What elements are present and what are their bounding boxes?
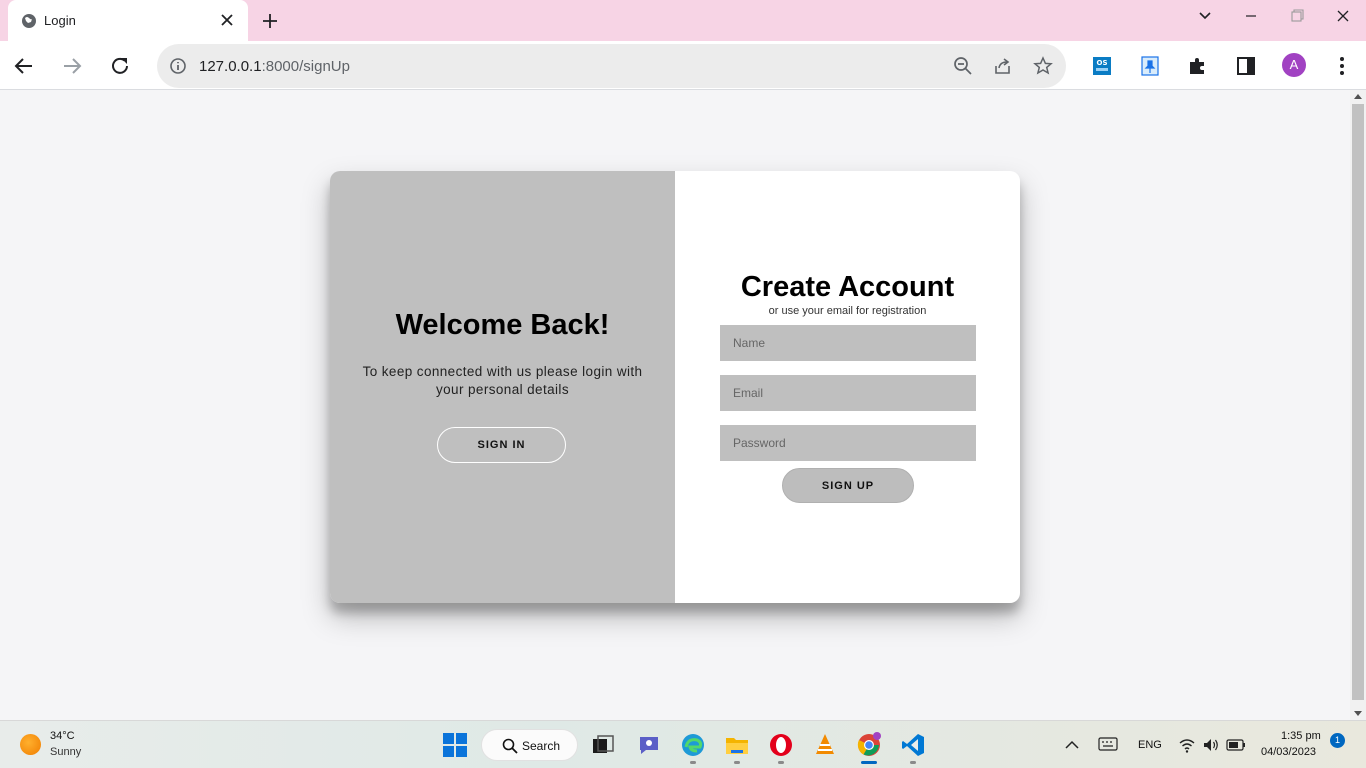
opera-running-indicator (778, 761, 784, 764)
browser-toolbar: 127.0.0.1:8000/signUp OS A (0, 41, 1366, 90)
form-subtitle: or use your email for registration (768, 305, 927, 317)
edge-browser-icon[interactable] (680, 732, 706, 758)
opera-browser-icon[interactable] (768, 732, 794, 758)
tab-title: Login (44, 13, 76, 28)
vlc-player-icon[interactable] (812, 732, 838, 758)
create-account-title: Create Account (740, 271, 955, 303)
page-scrollbar[interactable] (1350, 90, 1366, 720)
taskbar-search[interactable]: Search (481, 729, 578, 761)
file-explorer-icon[interactable] (724, 732, 750, 758)
browser-tab[interactable]: Login (8, 0, 248, 41)
os-extension-icon[interactable]: OS (1091, 55, 1113, 77)
task-view-icon[interactable] (590, 732, 616, 758)
bookmark-star-icon[interactable] (1033, 56, 1053, 76)
clock-time[interactable]: 1:35 pm (1281, 730, 1321, 742)
vscode-running-indicator (910, 761, 916, 764)
side-panel-icon[interactable] (1235, 55, 1257, 77)
edge-running-indicator (690, 761, 696, 764)
password-input[interactable] (720, 425, 976, 461)
url-text[interactable]: 127.0.0.1:8000/signUp (199, 58, 350, 75)
sign-up-button[interactable]: SIGN UP (782, 468, 914, 503)
notification-badge[interactable]: 1 (1330, 733, 1345, 748)
vscode-icon[interactable] (900, 732, 926, 758)
chrome-active-indicator (861, 761, 877, 764)
zoom-out-icon[interactable] (953, 56, 973, 76)
signup-form: Create Account or use your email for reg… (675, 171, 1020, 603)
tab-search-icon[interactable] (1194, 5, 1216, 27)
restore-icon[interactable] (1286, 5, 1308, 27)
forward-arrow-icon[interactable] (59, 53, 85, 79)
minimize-icon[interactable] (1240, 5, 1262, 27)
tab-strip: Login (0, 0, 1366, 41)
share-icon[interactable] (993, 56, 1013, 76)
page-viewport: Welcome Back! To keep connected with us … (0, 90, 1350, 720)
scroll-up-arrow-icon[interactable] (1354, 94, 1362, 99)
name-input[interactable] (720, 325, 976, 361)
language-indicator[interactable]: ENG (1138, 739, 1162, 751)
volume-icon[interactable] (1202, 736, 1220, 754)
windows-taskbar: 34°C Sunny Search ENG 1:35 pm 04/03/2023… (0, 720, 1366, 768)
reload-icon[interactable] (107, 53, 133, 79)
back-arrow-icon[interactable] (11, 53, 37, 79)
close-window-icon[interactable] (1332, 5, 1354, 27)
welcome-panel: Welcome Back! To keep connected with us … (330, 171, 675, 603)
close-tab-icon[interactable] (218, 11, 236, 29)
taskbar-search-label: Search (522, 739, 561, 753)
chevron-up-icon[interactable] (1062, 735, 1082, 755)
battery-icon[interactable] (1226, 737, 1246, 753)
kebab-menu-icon[interactable] (1331, 55, 1353, 77)
site-info-icon[interactable] (169, 57, 187, 75)
profile-avatar[interactable]: A (1282, 53, 1306, 77)
scroll-down-arrow-icon[interactable] (1354, 711, 1362, 716)
chrome-browser-icon[interactable] (856, 732, 882, 758)
welcome-title: Welcome Back! (395, 309, 610, 341)
new-tab-icon[interactable] (259, 10, 281, 32)
scrollbar-thumb[interactable] (1352, 104, 1364, 700)
windows-start-icon[interactable] (442, 732, 468, 758)
extension-pin-icon[interactable] (1139, 55, 1161, 77)
email-input[interactable] (720, 375, 976, 411)
wifi-icon[interactable] (1178, 736, 1196, 754)
keyboard-icon[interactable] (1098, 736, 1118, 752)
svg-text:OS: OS (1097, 59, 1108, 67)
clock-date[interactable]: 04/03/2023 (1261, 746, 1316, 758)
weather-condition[interactable]: Sunny (50, 746, 81, 758)
globe-icon (22, 14, 36, 28)
teams-chat-icon[interactable] (636, 732, 662, 758)
sign-in-button[interactable]: SIGN IN (437, 427, 566, 463)
auth-card: Welcome Back! To keep connected with us … (330, 171, 1020, 603)
search-icon (502, 738, 518, 754)
sun-icon[interactable] (20, 734, 41, 755)
explorer-running-indicator (734, 761, 740, 764)
address-bar[interactable]: 127.0.0.1:8000/signUp (157, 44, 1066, 88)
url-path: :8000/signUp (261, 58, 350, 75)
welcome-text: To keep connected with us please login w… (362, 364, 643, 397)
weather-temperature[interactable]: 34°C (50, 730, 75, 742)
url-host: 127.0.0.1 (199, 58, 262, 75)
extensions-puzzle-icon[interactable] (1187, 55, 1209, 77)
